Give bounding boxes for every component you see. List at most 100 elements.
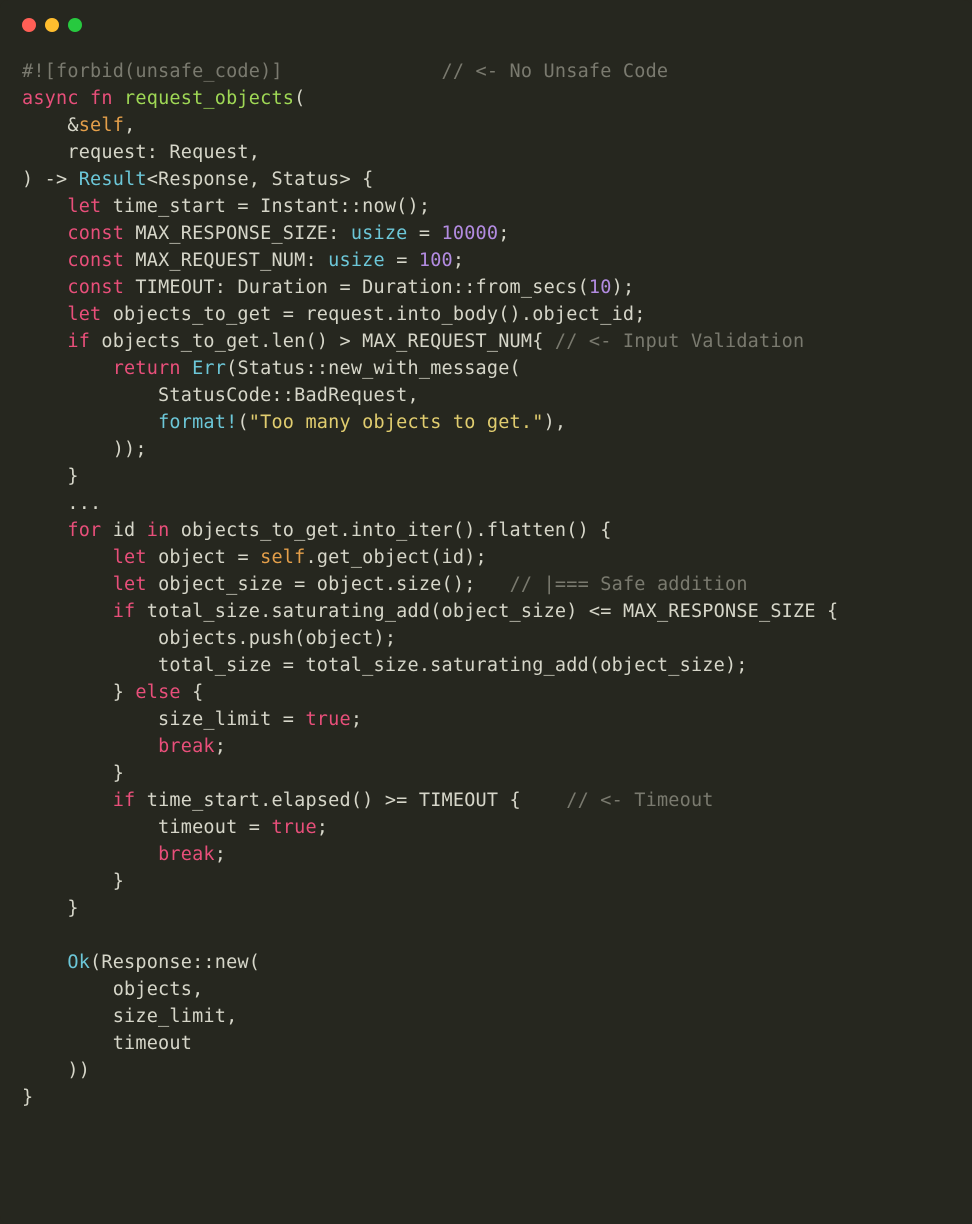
minimize-icon[interactable] — [45, 18, 59, 32]
code-text: ; — [498, 223, 509, 244]
maximize-icon[interactable] — [68, 18, 82, 32]
code-text: true — [305, 709, 350, 730]
code-text: timeout = — [22, 817, 271, 838]
code-text: ( — [237, 412, 248, 433]
code-text: true — [271, 817, 316, 838]
code-text: ); — [612, 277, 635, 298]
code-text: const — [67, 223, 124, 244]
code-text — [22, 844, 158, 865]
code-text: StatusCode::BadRequest, — [22, 385, 419, 406]
code-text: ... — [22, 493, 101, 514]
code-text: <Response, Status> { — [147, 169, 374, 190]
code-text: const — [67, 277, 124, 298]
code-text: objects, — [22, 979, 203, 1000]
code-text: ; — [317, 817, 328, 838]
code-text: size_limit, — [22, 1006, 237, 1027]
code-text: let — [67, 304, 101, 325]
code-text — [22, 358, 113, 379]
code-text — [22, 223, 67, 244]
code-block: #![forbid(unsafe_code)] // <- No Unsafe … — [0, 58, 972, 1111]
code-text: break — [158, 736, 215, 757]
code-text: MAX_RESPONSE_SIZE: — [124, 223, 351, 244]
code-text: format! — [158, 412, 237, 433]
code-text: "Too many objects to get." — [249, 412, 544, 433]
code-text: )); — [22, 439, 147, 460]
code-text: ( — [294, 88, 305, 109]
code-comment: // <- Input Validation — [555, 331, 804, 352]
close-icon[interactable] — [22, 18, 36, 32]
code-text: self — [260, 547, 305, 568]
code-comment: // |=== Safe addition — [510, 574, 748, 595]
code-text: else — [135, 682, 180, 703]
code-text: request: Request, — [22, 142, 260, 163]
code-text — [22, 331, 67, 352]
code-text: TIMEOUT: Duration = Duration::from_secs( — [124, 277, 589, 298]
code-text: Result — [79, 169, 147, 190]
code-text: const — [67, 250, 124, 271]
code-text: (Response::new( — [90, 952, 260, 973]
code-text: total_size = total_size.saturating_add(o… — [22, 655, 748, 676]
code-text — [22, 304, 67, 325]
code-comment: // <- No Unsafe Code — [442, 61, 669, 82]
code-text: (Status::new_with_message( — [226, 358, 521, 379]
code-text — [22, 736, 158, 757]
code-text: )) — [22, 1060, 90, 1081]
code-text: ; — [215, 736, 226, 757]
code-text: } — [22, 1087, 33, 1108]
code-text — [181, 358, 192, 379]
code-text: if — [113, 601, 136, 622]
code-text: } — [22, 682, 135, 703]
code-text: } — [22, 763, 124, 784]
code-text — [22, 412, 158, 433]
code-text: Err — [192, 358, 226, 379]
code-text: } — [22, 898, 79, 919]
code-text: 100 — [419, 250, 453, 271]
code-text — [22, 520, 67, 541]
code-text: ; — [351, 709, 362, 730]
code-text: ), — [544, 412, 567, 433]
code-text: size_limit = — [22, 709, 305, 730]
code-text: request_objects — [113, 88, 294, 109]
code-text: let — [67, 196, 101, 217]
code-text: time_start = Instant::now(); — [101, 196, 430, 217]
code-text: , — [124, 115, 135, 136]
code-text: 10000 — [442, 223, 499, 244]
code-text: usize — [351, 223, 408, 244]
code-text: = — [408, 223, 442, 244]
code-text: objects_to_get.len() > MAX_REQUEST_NUM{ — [90, 331, 555, 352]
code-text: total_size.saturating_add(object_size) <… — [135, 601, 838, 622]
code-text: in — [147, 520, 170, 541]
code-text: break — [158, 844, 215, 865]
code-window: #![forbid(unsafe_code)] // <- No Unsafe … — [0, 0, 972, 1224]
code-text: .get_object(id); — [305, 547, 486, 568]
code-text: } — [22, 871, 124, 892]
code-text: } — [22, 466, 79, 487]
code-text — [22, 250, 67, 271]
code-text: ) -> — [22, 169, 79, 190]
code-text: async — [22, 88, 79, 109]
code-text: id — [101, 520, 146, 541]
code-text: timeout — [22, 1033, 192, 1054]
code-text: MAX_REQUEST_NUM: — [124, 250, 328, 271]
code-text: #![forbid(unsafe_code)] — [22, 61, 442, 82]
code-text: object = — [147, 547, 260, 568]
code-text — [22, 547, 113, 568]
code-text: let — [113, 574, 147, 595]
code-text — [22, 574, 113, 595]
code-text: objects_to_get = request.into_body().obj… — [101, 304, 645, 325]
code-text: object_size = object.size(); — [147, 574, 510, 595]
code-text: if — [113, 790, 136, 811]
code-text: usize — [328, 250, 385, 271]
code-comment: // <- Timeout — [566, 790, 713, 811]
code-text: self — [79, 115, 124, 136]
code-text: fn — [79, 88, 113, 109]
code-text: ; — [453, 250, 464, 271]
code-text: 10 — [589, 277, 612, 298]
code-text — [22, 277, 67, 298]
code-text — [22, 952, 67, 973]
code-text: ; — [215, 844, 226, 865]
code-text: time_start.elapsed() >= TIMEOUT { — [135, 790, 566, 811]
code-text: Ok — [67, 952, 90, 973]
code-text — [22, 790, 113, 811]
code-text: if — [67, 331, 90, 352]
